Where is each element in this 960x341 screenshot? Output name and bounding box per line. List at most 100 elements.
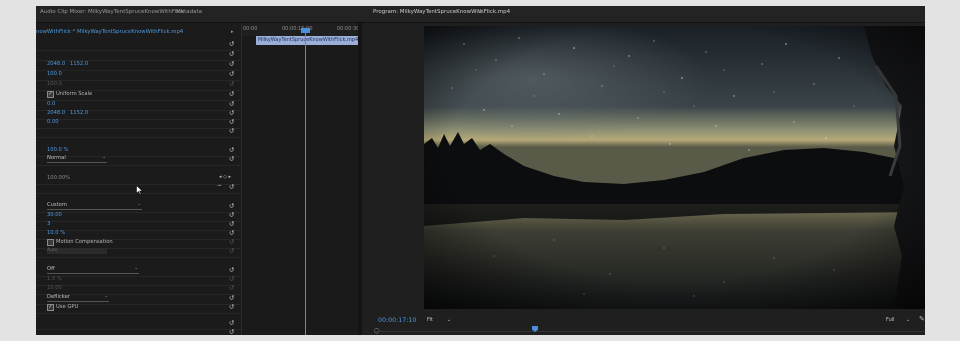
reset-icon: ↺ <box>229 80 235 88</box>
program-controls-bar: 00:00:17:10 Fit ⌄ Full ⌄ ✎ ◯ <box>362 310 925 335</box>
chevron-down-icon: ⌄ <box>137 202 141 207</box>
reset-icon[interactable]: ↺ <box>229 90 234 98</box>
anchor-x-value[interactable]: 2048.0 <box>47 110 65 116</box>
fit-dropdown[interactable]: Fit ⌄ <box>427 317 453 325</box>
reset-icon[interactable]: ↺ <box>229 146 234 154</box>
effect-controls-clip-name: nowWithFlick * MilkyWayTentSpruceKnowWit… <box>36 29 184 35</box>
rotation-value[interactable]: 0.0 <box>47 101 55 107</box>
reset-icon[interactable]: ↺ <box>229 40 234 48</box>
motion-compensation-label: Motion Compensation <box>56 239 113 245</box>
anti-flicker-value[interactable]: 0.00 <box>47 119 59 125</box>
tab-metadata[interactable]: Metadata <box>176 9 202 15</box>
off-dropdown[interactable]: Off ⌄ <box>47 266 139 274</box>
uniform-scale-checkbox[interactable]: ✓ <box>47 91 54 98</box>
resolution-dropdown[interactable]: Full ⌄ <box>886 317 912 325</box>
reset-icon: ↺ <box>229 238 235 246</box>
program-monitor: 00:00:17:10 Fit ⌄ Full ⌄ ✎ ◯ <box>362 23 925 335</box>
fit-value: Fit <box>427 317 433 323</box>
chevron-down-icon: ⌄ <box>102 155 106 160</box>
interpolation-dropdown[interactable]: Custom ⌄ <box>47 202 142 210</box>
scale-width-row: 100.0 ↺ <box>36 80 241 91</box>
reset-icon[interactable]: ↺ <box>229 109 234 117</box>
playhead-line <box>305 29 306 335</box>
reset-icon[interactable]: ↺ <box>229 127 234 135</box>
ruler-start-time: 00:00 <box>243 26 258 32</box>
reset-icon[interactable]: ↺ <box>229 294 234 302</box>
speed-value[interactable]: 100.00% <box>47 175 70 181</box>
reset-icon: ↺ <box>229 247 235 255</box>
wrench-icon[interactable]: ✎ <box>919 315 925 323</box>
reset-icon: ↺ <box>229 284 235 292</box>
chevron-down-icon: ⌄ <box>446 317 451 323</box>
chevron-down-icon: ⌄ <box>134 266 138 271</box>
reset-icon[interactable]: ↺ <box>229 118 234 126</box>
anchor-y-value[interactable]: 1152.0 <box>70 110 88 116</box>
position-x-value[interactable]: 2048.0 <box>47 61 65 67</box>
mouse-cursor-icon <box>136 185 143 195</box>
ruler-end-time: 00:00:30 <box>337 26 360 32</box>
reset-icon: ↺ <box>229 275 235 283</box>
expand-arrow-icon[interactable]: ▸ <box>231 29 234 35</box>
reset-icon[interactable]: ↺ <box>229 70 234 78</box>
value-e: 10.00 <box>47 285 62 291</box>
opacity-value[interactable]: 100.0 % <box>47 147 68 153</box>
reset-icon[interactable]: ↺ <box>229 50 234 58</box>
value-d: 1.0 % <box>47 276 62 282</box>
resolution-value: Full <box>886 317 895 323</box>
use-gpu-label: Use GPU <box>56 304 79 310</box>
blend-mode-row: Normal ⌄ ↺ <box>36 155 241 166</box>
scale-width-value: 100.0 <box>47 81 62 87</box>
blend-mode-dropdown[interactable]: Normal ⌄ <box>47 155 107 163</box>
motion-compensation-checkbox[interactable] <box>47 239 54 246</box>
off-dropdown-value: Off <box>47 266 55 272</box>
interpolation-value: Custom <box>47 202 67 208</box>
reset-icon[interactable]: ↺ <box>229 266 234 274</box>
reset-icon[interactable]: ↺ <box>229 155 234 163</box>
disabled-field: Auto <box>47 248 107 254</box>
scale-row: 100.0 ↺ <box>36 70 241 81</box>
chevron-down-icon: ⌄ <box>104 294 108 299</box>
value-b[interactable]: 3 <box>47 221 50 227</box>
effect-controls-panel: nowWithFlick * MilkyWayTentSpruceKnowWit… <box>36 23 241 335</box>
tab-program[interactable]: Program: MilkyWayTentSpruceKnowWithFlick… <box>373 9 510 15</box>
reset-icon[interactable]: ↺ <box>229 100 234 108</box>
chevron-down-icon: ⌄ <box>905 317 910 323</box>
uniform-scale-row: ✓ Uniform Scale ↺ <box>36 90 241 101</box>
panel-tabs-bar: Audio Clip Mixer: MilkyWayTentSpruceKnow… <box>36 6 925 23</box>
reset-icon[interactable]: ↺ <box>229 60 234 68</box>
value-a[interactable]: 30.00 <box>47 212 62 218</box>
reset-icon[interactable]: ↺ <box>229 183 234 191</box>
effect-row: ↺ <box>36 328 241 335</box>
reset-icon[interactable]: ↺ <box>229 202 234 210</box>
reset-icon[interactable]: ↺ <box>229 328 234 335</box>
program-scrub-bar[interactable] <box>376 331 924 332</box>
reset-icon[interactable]: ↺ <box>229 303 234 311</box>
position-y-value[interactable]: 1152.0 <box>70 61 88 67</box>
effect-row: ↺ <box>36 127 241 138</box>
timeline-clip-label: MilkyWayTentSpruceKnowWithFlick.mp4 <box>258 37 359 43</box>
blend-mode-value: Normal <box>47 155 66 161</box>
value-c[interactable]: 10.0 % <box>47 230 65 236</box>
reset-icon[interactable]: ↺ <box>229 229 234 237</box>
use-gpu-checkbox[interactable]: ✓ <box>47 304 54 311</box>
blank-field-row: Auto ↺ <box>36 247 241 258</box>
uniform-scale-label: Uniform Scale <box>56 91 93 97</box>
use-gpu-row: ✓ Use GPU ↺ <box>36 303 241 314</box>
premiere-window: Audio Clip Mixer: MilkyWayTentSpruceKnow… <box>36 6 925 335</box>
reset-icon[interactable]: ↺ <box>229 220 234 228</box>
program-menu-icon[interactable]: ≡ <box>478 9 483 15</box>
program-video-frame[interactable] <box>424 26 925 309</box>
keyframe-icon[interactable]: ⊸ <box>217 183 221 189</box>
reset-icon[interactable]: ↺ <box>229 319 234 327</box>
effect-controls-timeline[interactable]: 00:00 00:00:15:00 00:00:30 MilkyWayTentS… <box>241 23 360 335</box>
night-sky-lake-image <box>424 26 925 309</box>
timeline-clip[interactable]: MilkyWayTentSpruceKnowWithFlick.mp4 <box>256 36 360 45</box>
scale-value[interactable]: 100.0 <box>47 71 62 77</box>
keyframe-nav-icon[interactable]: ◂ ◇ ▸ <box>219 174 231 180</box>
tab-audio-clip-mixer[interactable]: Audio Clip Mixer: MilkyWayTentSpruceKnow… <box>40 9 184 15</box>
position-row: 2048.0 1152.0 ↺ <box>36 60 241 71</box>
reset-icon[interactable]: ↺ <box>229 211 234 219</box>
program-timecode[interactable]: 00:00:17:10 <box>378 317 416 324</box>
deflicker-dropdown[interactable]: Deflicker ⌄ <box>47 294 109 302</box>
value-e-row: 10.00 ↺ <box>36 284 241 295</box>
